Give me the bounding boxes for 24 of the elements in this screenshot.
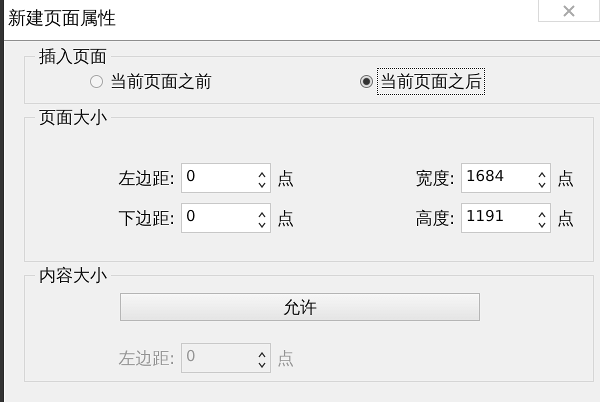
group-title: 内容大小 (38, 265, 108, 287)
close-icon (562, 4, 576, 16)
unit-label: 点 (557, 168, 574, 190)
unit-label: 点 (557, 208, 574, 230)
number-field[interactable]: 1191 (461, 203, 551, 233)
number-field[interactable]: 1684 (461, 163, 551, 193)
radio-button[interactable] (360, 75, 373, 88)
group-title: 页面大小 (38, 107, 108, 129)
number-field[interactable]: 0 (181, 203, 271, 233)
number-field[interactable]: 0 (181, 163, 271, 193)
group-title: 插入页面 (38, 46, 108, 68)
field-label: 下边距: (117, 208, 175, 230)
unit-label: 点 (277, 208, 294, 230)
field-label: 左边距: (117, 348, 175, 370)
field-label: 左边距: (117, 168, 175, 190)
field-label: 宽度: (414, 168, 455, 190)
radio-label[interactable]: 当前页面之后 (377, 68, 485, 95)
field-label: 高度: (414, 208, 455, 230)
unit-label: 点 (277, 168, 294, 190)
radio-button[interactable] (90, 75, 103, 88)
allow-button[interactable]: 允许 (120, 293, 480, 321)
radio-label[interactable]: 当前页面之前 (107, 68, 215, 95)
unit-label: 点 (277, 348, 294, 370)
window-title: 新建页面属性 (7, 7, 116, 30)
